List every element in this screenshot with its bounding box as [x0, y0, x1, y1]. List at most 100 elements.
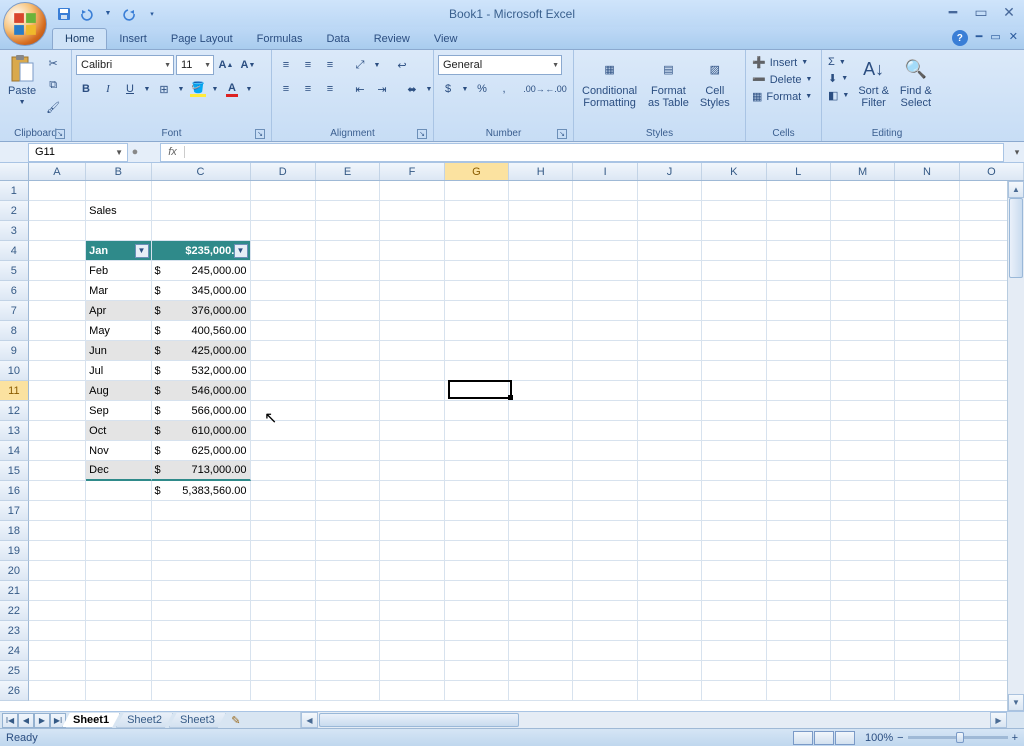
normal-view-button[interactable] — [793, 731, 813, 745]
cell[interactable] — [638, 501, 702, 521]
column-header[interactable]: L — [767, 163, 831, 180]
cell[interactable] — [445, 541, 509, 561]
clipboard-launcher[interactable]: ↘ — [55, 129, 65, 139]
cell[interactable] — [831, 341, 895, 361]
cell[interactable] — [251, 241, 316, 261]
cell[interactable] — [638, 221, 702, 241]
clear-button[interactable]: ◧▼ — [826, 88, 851, 103]
cell[interactable] — [509, 261, 573, 281]
cell[interactable] — [767, 601, 831, 621]
cell[interactable] — [702, 481, 766, 501]
cell[interactable] — [573, 601, 637, 621]
align-middle-icon[interactable]: ≡ — [298, 55, 318, 75]
cell[interactable] — [638, 621, 702, 641]
cell[interactable] — [831, 381, 895, 401]
column-header[interactable]: H — [509, 163, 573, 180]
cell[interactable] — [380, 181, 444, 201]
row-header[interactable]: 12 — [0, 401, 29, 421]
cell[interactable] — [380, 341, 444, 361]
cell[interactable] — [702, 241, 766, 261]
cell[interactable] — [831, 441, 895, 461]
cell[interactable]: Jul — [86, 361, 151, 381]
cell[interactable] — [445, 521, 509, 541]
cell[interactable] — [316, 621, 380, 641]
insert-cells-button[interactable]: ➕Insert▼ — [750, 55, 810, 70]
cell[interactable]: Sep — [86, 401, 151, 421]
column-header[interactable]: A — [29, 163, 86, 180]
cell[interactable] — [895, 441, 959, 461]
row-header[interactable]: 6 — [0, 281, 29, 301]
cell[interactable] — [573, 241, 637, 261]
cell[interactable] — [380, 441, 444, 461]
cell[interactable] — [445, 341, 509, 361]
cell[interactable] — [831, 661, 895, 681]
row-header[interactable]: 2 — [0, 201, 29, 221]
cell[interactable] — [251, 181, 316, 201]
cell[interactable] — [316, 541, 380, 561]
cell[interactable] — [638, 361, 702, 381]
underline-button[interactable]: U — [120, 79, 140, 99]
cell[interactable] — [445, 661, 509, 681]
comma-icon[interactable]: , — [494, 79, 514, 99]
cell[interactable] — [29, 621, 86, 641]
cell[interactable] — [29, 281, 86, 301]
cell[interactable] — [702, 341, 766, 361]
italic-button[interactable]: I — [98, 79, 118, 99]
format-cells-button[interactable]: ▦Format▼ — [750, 89, 814, 104]
cell[interactable] — [638, 401, 702, 421]
cell[interactable] — [767, 621, 831, 641]
cell[interactable] — [895, 461, 959, 481]
cell[interactable] — [702, 401, 766, 421]
cell[interactable] — [573, 221, 637, 241]
cell[interactable] — [316, 221, 380, 241]
cell[interactable]: $713,000.00 — [152, 461, 251, 481]
cell[interactable] — [509, 181, 573, 201]
sheet-tab-sheet1[interactable]: Sheet1 — [62, 713, 120, 728]
filter-dropdown-icon[interactable]: ▼ — [234, 244, 248, 258]
cell[interactable] — [380, 601, 444, 621]
cell[interactable] — [638, 601, 702, 621]
cell[interactable] — [573, 401, 637, 421]
cell[interactable] — [702, 461, 766, 481]
format-painter-icon[interactable]: 🖌 — [43, 97, 63, 117]
cell[interactable] — [380, 521, 444, 541]
cell[interactable] — [29, 321, 86, 341]
sheet-tab-sheet2[interactable]: Sheet2 — [116, 713, 173, 728]
cell[interactable] — [831, 501, 895, 521]
cell[interactable] — [573, 621, 637, 641]
qat-customize[interactable]: ▾ — [142, 4, 162, 24]
cell[interactable] — [702, 541, 766, 561]
cell[interactable] — [152, 541, 251, 561]
row-header[interactable]: 7 — [0, 301, 29, 321]
cell[interactable] — [573, 681, 637, 701]
cell[interactable] — [638, 261, 702, 281]
cell[interactable] — [573, 201, 637, 221]
cell[interactable]: Jun — [86, 341, 151, 361]
decrease-indent-icon[interactable]: ⇤ — [350, 79, 370, 99]
cell[interactable] — [316, 241, 380, 261]
select-all-button[interactable] — [0, 163, 29, 180]
cell[interactable] — [29, 221, 86, 241]
office-button[interactable] — [3, 2, 47, 46]
align-left-icon[interactable]: ≡ — [276, 79, 296, 99]
cell[interactable] — [152, 601, 251, 621]
cell[interactable] — [251, 461, 316, 481]
cell[interactable] — [509, 321, 573, 341]
row-header[interactable]: 10 — [0, 361, 29, 381]
cell[interactable] — [573, 561, 637, 581]
column-header[interactable]: J — [638, 163, 702, 180]
cell[interactable] — [251, 661, 316, 681]
cell[interactable] — [573, 321, 637, 341]
tab-view[interactable]: View — [422, 29, 470, 49]
number-format-combo[interactable]: General▼ — [438, 55, 562, 75]
cell[interactable] — [895, 241, 959, 261]
scroll-up-button[interactable]: ▲ — [1008, 181, 1024, 198]
cell[interactable] — [380, 301, 444, 321]
cell[interactable] — [509, 461, 573, 481]
cell[interactable] — [767, 561, 831, 581]
cell[interactable] — [251, 281, 316, 301]
autosum-button[interactable]: Σ▼ — [826, 55, 851, 69]
cell[interactable]: Oct — [86, 421, 151, 441]
cell[interactable] — [380, 501, 444, 521]
cell[interactable] — [251, 321, 316, 341]
